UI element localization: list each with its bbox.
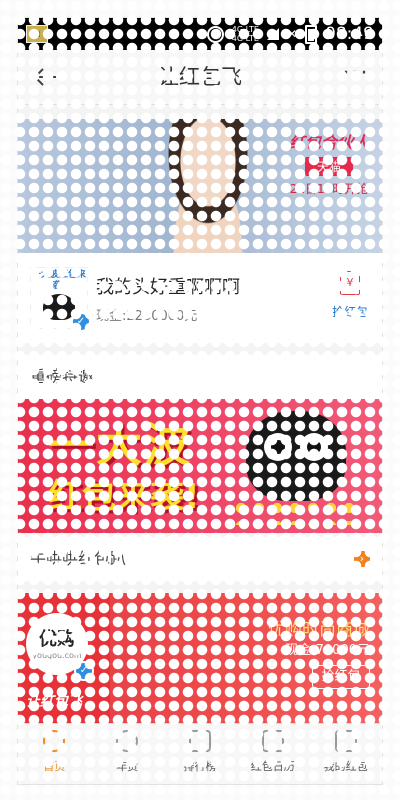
battery-icon bbox=[305, 24, 317, 44]
tab-label: 我的红包 bbox=[323, 760, 368, 773]
tmall-cat-logo: 一大波红包来袭! ✓ bbox=[30, 267, 91, 332]
signal-icon bbox=[266, 28, 279, 40]
tab-label: 排行榜 bbox=[183, 760, 217, 773]
alarm-icon bbox=[206, 25, 224, 43]
tab-home[interactable]: 首页 bbox=[18, 724, 91, 784]
phone-screen: ▣ 4G LTE 4G LTE ✕ 08:49 让红包飞 ··· 红包合伙人 天… bbox=[0, 0, 400, 800]
yougou-logo-block: 优购 yougou.com ✓ 让红包飞 bbox=[18, 593, 110, 724]
cat-eye-left bbox=[264, 433, 292, 461]
gold-coins-icon bbox=[232, 499, 362, 525]
shop-name: 优购时尚商城 bbox=[268, 620, 370, 640]
content-scroll[interactable]: 红包合伙人 天猫 21日10时开抢 一大波红包来袭! ✓ 我的头好重啊啊啊 现金… bbox=[18, 105, 382, 724]
medal-icon bbox=[188, 730, 211, 752]
nav-header: 让红包飞 ··· bbox=[18, 50, 382, 105]
no-signal-icon: ✕ bbox=[286, 27, 297, 41]
verified-badge-icon: ✓ bbox=[74, 661, 94, 681]
cat-face-icon bbox=[43, 294, 75, 320]
promo-time: 21日10时开抢 bbox=[289, 182, 369, 196]
tab-label: 首页 bbox=[43, 760, 66, 773]
grab-redpacket-button[interactable]: ¥ 抢红包 bbox=[330, 271, 370, 320]
tab-label: 红包日历 bbox=[250, 760, 295, 773]
network-label-bottom: 4G LTE bbox=[231, 34, 259, 43]
calendar-icon bbox=[261, 730, 284, 752]
notification-app-icon: ▣ bbox=[26, 25, 48, 43]
clock: 08:49 bbox=[325, 24, 374, 44]
network-label-top: 4G LTE bbox=[231, 25, 259, 34]
section-title: 牛哄哄红包趴 bbox=[30, 549, 127, 568]
red-envelope-icon: ¥ bbox=[340, 271, 360, 295]
status-bar: ▣ 4G LTE 4G LTE ✕ 08:49 bbox=[18, 18, 382, 50]
tab-new-year-goods[interactable]: 年货 bbox=[91, 724, 164, 784]
tab-my-redpackets[interactable]: 我的红包 bbox=[309, 724, 382, 784]
lantern-icon bbox=[116, 730, 139, 752]
status-icons: 4G LTE 4G LTE ✕ 08:49 bbox=[206, 18, 374, 50]
bottom-tab-bar: 首页 年货 排行榜 红包日历 我的红包 bbox=[18, 723, 382, 784]
cash-amount: 现金:2260000元 bbox=[96, 309, 198, 324]
yougou-logo-en: yougou.com bbox=[32, 651, 82, 660]
more-options-button[interactable]: ··· bbox=[342, 63, 370, 90]
grab-label: 抢红包 bbox=[331, 305, 368, 319]
banner-subline: 红包来袭! bbox=[48, 477, 200, 517]
section-header-party[interactable]: 牛哄哄红包趴 › bbox=[18, 537, 382, 581]
sender-name: 我的头好重啊啊啊 bbox=[96, 277, 240, 298]
chevron-right-icon[interactable]: › bbox=[354, 551, 370, 567]
tab-leaderboard[interactable]: 排行榜 bbox=[164, 724, 237, 784]
network-indicator: 4G LTE 4G LTE bbox=[232, 25, 259, 43]
section-header-invite: 重磅特邀 bbox=[18, 355, 382, 399]
cash-amount: 现金:70000元 bbox=[285, 643, 370, 658]
yougou-redpacket-card[interactable]: 优购 yougou.com ✓ 让红包飞 优购时尚商城 现金:70000元 抢红… bbox=[18, 593, 382, 724]
promo-store: 天猫 bbox=[304, 157, 353, 176]
featured-info-row: 一大波红包来袭! ✓ 我的头好重啊啊啊 现金:2260000元 ¥ 抢红包 bbox=[18, 253, 382, 343]
page-title: 让红包飞 bbox=[158, 65, 242, 89]
campaign-brand: 让红包飞 bbox=[26, 694, 82, 710]
tab-label: 年货 bbox=[116, 760, 139, 773]
promo-brand: 红包合伙人 bbox=[288, 133, 369, 152]
section-title: 重磅特邀 bbox=[30, 367, 95, 386]
cat-eye-right bbox=[300, 433, 328, 461]
tab-calendar[interactable]: 红包日历 bbox=[236, 724, 309, 784]
verified-badge-icon: ✓ bbox=[71, 312, 91, 332]
tmall-cat-mascot-icon bbox=[246, 411, 346, 501]
grab-redpacket-button[interactable]: 抢红包 bbox=[312, 665, 370, 689]
app-window: ▣ 4G LTE 4G LTE ✕ 08:49 让红包飞 ··· 红包合伙人 天… bbox=[18, 18, 382, 784]
celebrity-photo bbox=[148, 119, 268, 253]
invite-banner[interactable]: 一大波 红包来袭! bbox=[18, 399, 382, 533]
banner-headline: 一大波 bbox=[48, 418, 192, 472]
promo-badge: 红包合伙人 天猫 21日10时开抢 bbox=[284, 129, 374, 197]
hero-banner[interactable]: 红包合伙人 天猫 21日10时开抢 bbox=[18, 119, 382, 253]
logo-text: 一大波红包来袭! bbox=[31, 270, 86, 291]
home-icon bbox=[43, 730, 66, 752]
red-envelope-icon bbox=[334, 730, 357, 752]
featured-redpacket-card[interactable]: 红包合伙人 天猫 21日10时开抢 一大波红包来袭! ✓ 我的头好重啊啊啊 现金… bbox=[18, 119, 382, 343]
yougou-logo-cn: 优购 bbox=[39, 629, 75, 650]
